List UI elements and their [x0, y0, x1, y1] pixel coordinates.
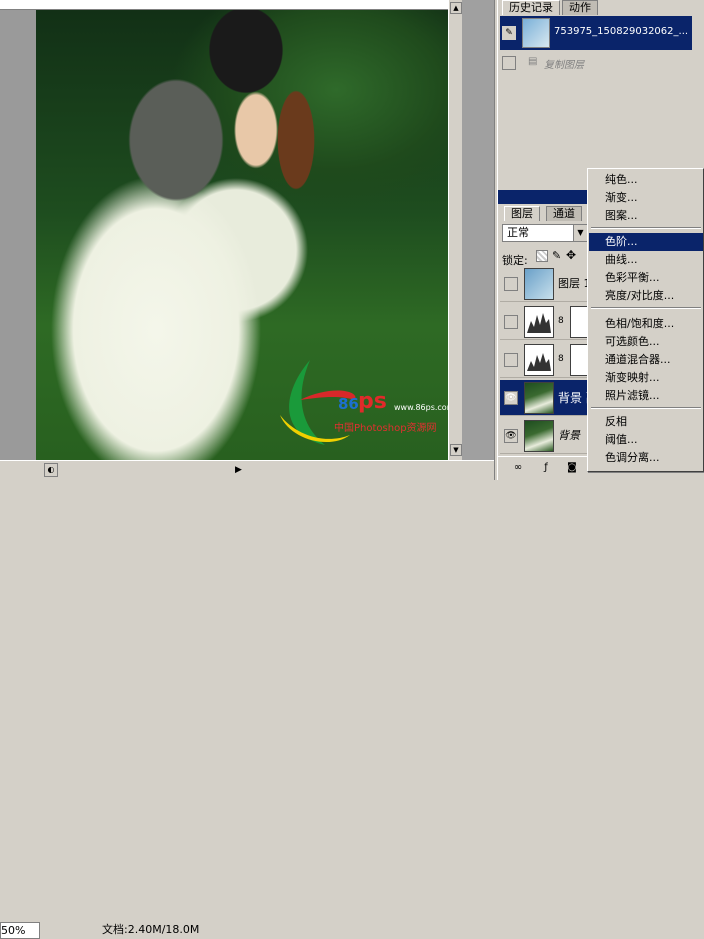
link-icon: 8 [558, 354, 564, 364]
blend-mode-select[interactable]: 正常 ▼ [502, 224, 588, 242]
menu-item-invert[interactable]: 反相 [589, 413, 703, 431]
levels-adjustment-icon [524, 344, 554, 376]
menu-item-gradient[interactable]: 渐变... [589, 189, 703, 207]
ruler-top [0, 0, 448, 10]
menu-item-brightness-contrast[interactable]: 亮度/对比度... [589, 287, 703, 305]
tab-history[interactable]: 历史记录 [502, 0, 560, 15]
tab-layers[interactable]: 图层 [504, 206, 540, 221]
history-step-icon: ▤ [528, 56, 538, 67]
scroll-down-arrow-icon[interactable]: ▼ [450, 444, 462, 456]
menu-item-pattern[interactable]: 图案... [589, 207, 703, 225]
history-step-name: 复制图层 [544, 60, 584, 71]
layer-name: 背景 [558, 429, 580, 442]
mask-icon[interactable]: ◙ [564, 461, 580, 475]
menu-item-color-balance[interactable]: 色彩平衡... [589, 269, 703, 287]
menu-separator [591, 227, 701, 229]
menu-separator [591, 307, 701, 309]
menu-item-photo-filter[interactable]: 照片滤镜... [589, 387, 703, 405]
menu-item-levels[interactable]: 色阶... [589, 233, 703, 251]
canvas-pasteboard [462, 0, 494, 460]
preview-icon[interactable]: ◐ [44, 463, 58, 477]
link-layers-icon[interactable]: ∞ [510, 461, 526, 475]
vertical-scrollbar[interactable]: ▲ ▼ [448, 0, 462, 460]
photo-canvas[interactable]: 86 ps www.86ps.com 中国Photoshop资源网 [36, 10, 448, 460]
menu-item-threshold[interactable]: 阈值... [589, 431, 703, 449]
menu-item-channel-mixer[interactable]: 通道混合器... [589, 351, 703, 369]
status-menu-arrow-icon[interactable]: ▶ [235, 463, 247, 477]
visibility-toggle[interactable] [504, 353, 518, 367]
history-brush-icon[interactable]: ✎ [502, 26, 516, 40]
layer-name: 图层 1 [558, 277, 591, 290]
menu-item-hue-saturation[interactable]: 色相/饱和度... [589, 315, 703, 333]
snapshot-name: 753975_150829032062_... [554, 26, 689, 37]
watermark-url: www.86ps.com [394, 403, 448, 412]
lock-transparency-icon[interactable] [536, 250, 548, 262]
zoom-field[interactable]: 50% [0, 922, 40, 939]
eye-icon[interactable]: 👁 [504, 391, 518, 405]
tab-actions[interactable]: 动作 [562, 0, 598, 15]
visibility-toggle[interactable] [504, 315, 518, 329]
menu-item-curves[interactable]: 曲线... [589, 251, 703, 269]
watermark-logo: 86 ps www.86ps.com 中国Photoshop资源网 [270, 355, 448, 455]
lock-move-icon[interactable]: ✥ [566, 248, 576, 262]
history-step-row[interactable]: ▤ 复制图层 [500, 52, 692, 74]
snapshot-thumbnail [522, 18, 550, 48]
layer-thumbnail [524, 268, 554, 300]
layer-thumbnail [524, 420, 554, 452]
history-snapshot-row[interactable]: ✎ 753975_150829032062_... [500, 16, 692, 50]
document-window: 86 ps www.86ps.com 中国Photoshop资源网 ▲ ▼ 50… [0, 0, 494, 939]
tab-channels[interactable]: 通道 [546, 206, 582, 221]
menu-separator [591, 407, 701, 409]
eye-icon[interactable]: 👁 [504, 429, 518, 443]
watermark-caption: 中国Photoshop资源网 [334, 423, 437, 434]
link-icon: 8 [558, 316, 564, 326]
history-state-box[interactable] [502, 56, 516, 70]
chevron-down-icon[interactable]: ▼ [573, 225, 587, 241]
layer-thumbnail [524, 382, 554, 414]
menu-item-posterize[interactable]: 色调分离... [589, 449, 703, 467]
status-bar: 50% ◐ 文档:2.40M/18.0M ▶ [0, 460, 494, 939]
lock-paint-icon[interactable]: ✎ [552, 249, 561, 262]
adjustment-layer-menu: 纯色... 渐变... 图案... 色阶... 曲线... 色彩平衡... 亮度… [587, 168, 704, 472]
watermark-letters: ps [358, 389, 387, 414]
menu-item-solid-color[interactable]: 纯色... [589, 171, 703, 189]
blend-mode-value: 正常 [507, 226, 529, 239]
menu-item-selective-color[interactable]: 可选颜色... [589, 333, 703, 351]
watermark-number: 86 [338, 395, 359, 413]
layer-style-icon[interactable]: ƒ [538, 461, 554, 475]
menu-item-gradient-map[interactable]: 渐变映射... [589, 369, 703, 387]
levels-adjustment-icon [524, 306, 554, 338]
document-size: 文档:2.40M/18.0M [102, 923, 200, 936]
canvas-gutter [0, 10, 36, 460]
scroll-up-arrow-icon[interactable]: ▲ [450, 2, 462, 14]
visibility-toggle[interactable] [504, 277, 518, 291]
